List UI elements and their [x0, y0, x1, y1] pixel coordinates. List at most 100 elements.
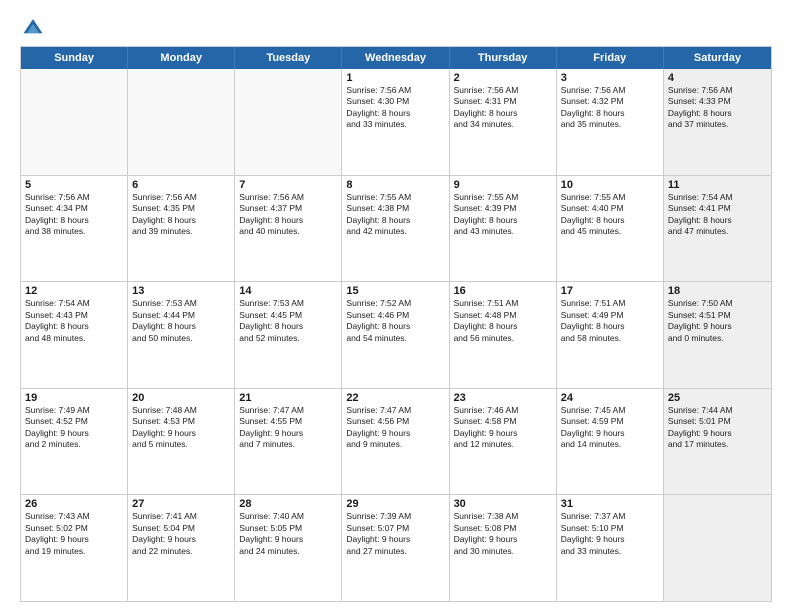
day-number: 2 — [454, 72, 552, 84]
day-number: 6 — [132, 179, 230, 191]
day-info: Sunrise: 7:48 AM Sunset: 4:53 PM Dayligh… — [132, 405, 230, 451]
header-day-thursday: Thursday — [450, 47, 557, 69]
calendar-cell-day-5: 5Sunrise: 7:56 AM Sunset: 4:34 PM Daylig… — [21, 176, 128, 282]
day-info: Sunrise: 7:38 AM Sunset: 5:08 PM Dayligh… — [454, 511, 552, 557]
day-number: 26 — [25, 498, 123, 510]
calendar-cell-day-4: 4Sunrise: 7:56 AM Sunset: 4:33 PM Daylig… — [664, 69, 771, 175]
calendar-row-0: 1Sunrise: 7:56 AM Sunset: 4:30 PM Daylig… — [21, 69, 771, 175]
calendar-cell-day-1: 1Sunrise: 7:56 AM Sunset: 4:30 PM Daylig… — [342, 69, 449, 175]
calendar-cell-day-6: 6Sunrise: 7:56 AM Sunset: 4:35 PM Daylig… — [128, 176, 235, 282]
calendar-cell-day-19: 19Sunrise: 7:49 AM Sunset: 4:52 PM Dayli… — [21, 389, 128, 495]
logo — [20, 16, 48, 38]
day-number: 20 — [132, 392, 230, 404]
day-number: 18 — [668, 285, 767, 297]
calendar-cell-day-27: 27Sunrise: 7:41 AM Sunset: 5:04 PM Dayli… — [128, 495, 235, 601]
day-number: 28 — [239, 498, 337, 510]
header-day-wednesday: Wednesday — [342, 47, 449, 69]
day-number: 29 — [346, 498, 444, 510]
calendar-header: SundayMondayTuesdayWednesdayThursdayFrid… — [21, 47, 771, 69]
day-info: Sunrise: 7:53 AM Sunset: 4:44 PM Dayligh… — [132, 298, 230, 344]
calendar-cell-empty — [128, 69, 235, 175]
calendar-cell-day-14: 14Sunrise: 7:53 AM Sunset: 4:45 PM Dayli… — [235, 282, 342, 388]
calendar-cell-day-2: 2Sunrise: 7:56 AM Sunset: 4:31 PM Daylig… — [450, 69, 557, 175]
calendar-cell-day-17: 17Sunrise: 7:51 AM Sunset: 4:49 PM Dayli… — [557, 282, 664, 388]
day-number: 1 — [346, 72, 444, 84]
calendar-cell-day-8: 8Sunrise: 7:55 AM Sunset: 4:38 PM Daylig… — [342, 176, 449, 282]
day-info: Sunrise: 7:55 AM Sunset: 4:38 PM Dayligh… — [346, 192, 444, 238]
header-day-tuesday: Tuesday — [235, 47, 342, 69]
day-info: Sunrise: 7:55 AM Sunset: 4:40 PM Dayligh… — [561, 192, 659, 238]
day-info: Sunrise: 7:49 AM Sunset: 4:52 PM Dayligh… — [25, 405, 123, 451]
day-info: Sunrise: 7:44 AM Sunset: 5:01 PM Dayligh… — [668, 405, 767, 451]
day-number: 21 — [239, 392, 337, 404]
day-info: Sunrise: 7:56 AM Sunset: 4:32 PM Dayligh… — [561, 85, 659, 131]
calendar-cell-day-25: 25Sunrise: 7:44 AM Sunset: 5:01 PM Dayli… — [664, 389, 771, 495]
day-info: Sunrise: 7:51 AM Sunset: 4:49 PM Dayligh… — [561, 298, 659, 344]
day-number: 12 — [25, 285, 123, 297]
calendar-cell-day-21: 21Sunrise: 7:47 AM Sunset: 4:55 PM Dayli… — [235, 389, 342, 495]
calendar-cell-day-13: 13Sunrise: 7:53 AM Sunset: 4:44 PM Dayli… — [128, 282, 235, 388]
day-number: 24 — [561, 392, 659, 404]
calendar-cell-day-28: 28Sunrise: 7:40 AM Sunset: 5:05 PM Dayli… — [235, 495, 342, 601]
day-info: Sunrise: 7:45 AM Sunset: 4:59 PM Dayligh… — [561, 405, 659, 451]
day-info: Sunrise: 7:46 AM Sunset: 4:58 PM Dayligh… — [454, 405, 552, 451]
day-number: 30 — [454, 498, 552, 510]
page: SundayMondayTuesdayWednesdayThursdayFrid… — [0, 0, 792, 612]
calendar-cell-day-20: 20Sunrise: 7:48 AM Sunset: 4:53 PM Dayli… — [128, 389, 235, 495]
day-number: 23 — [454, 392, 552, 404]
day-info: Sunrise: 7:37 AM Sunset: 5:10 PM Dayligh… — [561, 511, 659, 557]
day-info: Sunrise: 7:56 AM Sunset: 4:31 PM Dayligh… — [454, 85, 552, 131]
day-info: Sunrise: 7:40 AM Sunset: 5:05 PM Dayligh… — [239, 511, 337, 557]
day-number: 16 — [454, 285, 552, 297]
day-info: Sunrise: 7:41 AM Sunset: 5:04 PM Dayligh… — [132, 511, 230, 557]
day-number: 8 — [346, 179, 444, 191]
day-number: 31 — [561, 498, 659, 510]
day-number: 25 — [668, 392, 767, 404]
day-number: 11 — [668, 179, 767, 191]
logo-icon — [22, 16, 44, 38]
header-day-saturday: Saturday — [664, 47, 771, 69]
day-number: 3 — [561, 72, 659, 84]
calendar-row-4: 26Sunrise: 7:43 AM Sunset: 5:02 PM Dayli… — [21, 494, 771, 601]
calendar-cell-day-24: 24Sunrise: 7:45 AM Sunset: 4:59 PM Dayli… — [557, 389, 664, 495]
calendar-cell-day-30: 30Sunrise: 7:38 AM Sunset: 5:08 PM Dayli… — [450, 495, 557, 601]
calendar-cell-day-31: 31Sunrise: 7:37 AM Sunset: 5:10 PM Dayli… — [557, 495, 664, 601]
calendar-cell-day-15: 15Sunrise: 7:52 AM Sunset: 4:46 PM Dayli… — [342, 282, 449, 388]
day-info: Sunrise: 7:55 AM Sunset: 4:39 PM Dayligh… — [454, 192, 552, 238]
day-info: Sunrise: 7:47 AM Sunset: 4:56 PM Dayligh… — [346, 405, 444, 451]
calendar-cell-day-22: 22Sunrise: 7:47 AM Sunset: 4:56 PM Dayli… — [342, 389, 449, 495]
day-info: Sunrise: 7:51 AM Sunset: 4:48 PM Dayligh… — [454, 298, 552, 344]
calendar-cell-day-18: 18Sunrise: 7:50 AM Sunset: 4:51 PM Dayli… — [664, 282, 771, 388]
calendar-cell-day-10: 10Sunrise: 7:55 AM Sunset: 4:40 PM Dayli… — [557, 176, 664, 282]
day-number: 17 — [561, 285, 659, 297]
day-number: 19 — [25, 392, 123, 404]
day-number: 15 — [346, 285, 444, 297]
header — [20, 16, 772, 38]
calendar-cell-day-9: 9Sunrise: 7:55 AM Sunset: 4:39 PM Daylig… — [450, 176, 557, 282]
day-info: Sunrise: 7:56 AM Sunset: 4:33 PM Dayligh… — [668, 85, 767, 131]
day-number: 22 — [346, 392, 444, 404]
day-number: 27 — [132, 498, 230, 510]
day-info: Sunrise: 7:43 AM Sunset: 5:02 PM Dayligh… — [25, 511, 123, 557]
header-day-friday: Friday — [557, 47, 664, 69]
day-info: Sunrise: 7:47 AM Sunset: 4:55 PM Dayligh… — [239, 405, 337, 451]
calendar-row-3: 19Sunrise: 7:49 AM Sunset: 4:52 PM Dayli… — [21, 388, 771, 495]
calendar-cell-day-3: 3Sunrise: 7:56 AM Sunset: 4:32 PM Daylig… — [557, 69, 664, 175]
calendar-cell-day-11: 11Sunrise: 7:54 AM Sunset: 4:41 PM Dayli… — [664, 176, 771, 282]
day-info: Sunrise: 7:56 AM Sunset: 4:35 PM Dayligh… — [132, 192, 230, 238]
day-info: Sunrise: 7:54 AM Sunset: 4:41 PM Dayligh… — [668, 192, 767, 238]
calendar: SundayMondayTuesdayWednesdayThursdayFrid… — [20, 46, 772, 602]
day-info: Sunrise: 7:56 AM Sunset: 4:34 PM Dayligh… — [25, 192, 123, 238]
day-number: 4 — [668, 72, 767, 84]
calendar-cell-day-12: 12Sunrise: 7:54 AM Sunset: 4:43 PM Dayli… — [21, 282, 128, 388]
day-number: 13 — [132, 285, 230, 297]
day-number: 14 — [239, 285, 337, 297]
day-info: Sunrise: 7:54 AM Sunset: 4:43 PM Dayligh… — [25, 298, 123, 344]
day-info: Sunrise: 7:52 AM Sunset: 4:46 PM Dayligh… — [346, 298, 444, 344]
day-number: 10 — [561, 179, 659, 191]
day-info: Sunrise: 7:39 AM Sunset: 5:07 PM Dayligh… — [346, 511, 444, 557]
day-number: 7 — [239, 179, 337, 191]
calendar-cell-day-26: 26Sunrise: 7:43 AM Sunset: 5:02 PM Dayli… — [21, 495, 128, 601]
day-info: Sunrise: 7:53 AM Sunset: 4:45 PM Dayligh… — [239, 298, 337, 344]
calendar-row-2: 12Sunrise: 7:54 AM Sunset: 4:43 PM Dayli… — [21, 281, 771, 388]
